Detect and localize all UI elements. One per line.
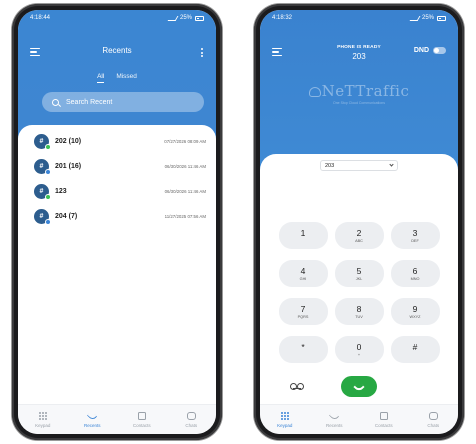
chats-icon (428, 412, 438, 420)
recents-icon (87, 410, 98, 422)
contacts-icon (379, 412, 388, 420)
tab-all[interactable]: All (97, 73, 105, 83)
avatar: # (34, 159, 51, 175)
phone-recents: 4:18:44 25% Recents All Missed Search Re… (12, 4, 222, 440)
status-bar: 4:18:32 25% (260, 10, 458, 26)
status-bar: 4:18:44 25% (18, 10, 216, 26)
phone-icon (353, 380, 365, 393)
phone-keypad: 4:18:32 25% PHONE IS READY 203 DND NeTTr… (254, 4, 464, 440)
battery-percent: 25% (179, 15, 192, 21)
list-item[interactable]: # 201 (16) 06/30/2026 11:46 AM (18, 154, 216, 179)
more-options-icon[interactable] (201, 48, 204, 59)
contacts-icon (137, 412, 146, 420)
brand-logo: NeTTraffic One Stop Cloud Communications (260, 82, 458, 105)
battery-icon (437, 15, 446, 21)
bottom-nav: Keypad Recents Contacts Chats (18, 404, 216, 434)
key-hash[interactable]: # (390, 336, 440, 363)
recents-list: # 202 (10) 07/27/2026 08:09 AM # 201 (16… (18, 125, 216, 404)
recent-time: 11/27/2025 07:56 AM (164, 214, 206, 219)
tab-missed[interactable]: Missed (116, 73, 137, 83)
key-5[interactable]: 5 JKL (334, 260, 384, 287)
list-item[interactable]: # 123 06/30/2026 11:46 AM (18, 179, 216, 204)
signal-icon (167, 15, 179, 21)
nav-chats[interactable]: Chats (413, 412, 453, 428)
filter-tabs: All Missed (18, 73, 216, 83)
dnd-toggle[interactable] (433, 47, 446, 54)
recent-time: 07/27/2026 08:09 AM (164, 139, 206, 144)
search-input[interactable]: Search Recent (42, 92, 204, 112)
recent-name: 201 (16) (55, 163, 82, 170)
dnd-control: DND (414, 47, 446, 54)
keypad-icon (280, 411, 289, 421)
battery-percent: 25% (421, 15, 434, 21)
dnd-label: DND (413, 47, 429, 54)
recent-time: 06/30/2026 11:46 AM (164, 164, 206, 169)
status-time: 4:18:32 (272, 15, 293, 21)
signal-icon (409, 15, 421, 21)
voicemail-icon[interactable] (290, 383, 304, 390)
status-badge (45, 144, 51, 150)
key-3[interactable]: 3 DEF (390, 222, 440, 249)
key-9[interactable]: 9 WXYZ (390, 298, 440, 325)
nav-contacts[interactable]: Contacts (364, 412, 404, 428)
recent-name: 204 (7) (55, 213, 78, 220)
recent-name: 123 (55, 188, 67, 195)
avatar: # (34, 184, 51, 200)
key-8[interactable]: 8 TUV (334, 298, 384, 325)
bottom-nav: Keypad Recents Contacts Chats (260, 404, 458, 434)
call-actions (260, 376, 458, 398)
status-time: 4:18:44 (30, 15, 51, 21)
key-star[interactable]: * (278, 336, 328, 363)
status-badge (45, 219, 51, 225)
recents-screen: 4:18:44 25% Recents All Missed Search Re… (18, 10, 216, 434)
nav-chats[interactable]: Chats (171, 412, 211, 428)
extension-select[interactable]: 203 (320, 160, 398, 171)
battery-icon (195, 15, 204, 21)
list-item[interactable]: # 202 (10) 07/27/2026 08:09 AM (18, 129, 216, 154)
list-item[interactable]: # 204 (7) 11/27/2025 07:56 AM (18, 204, 216, 229)
status-badge (45, 194, 51, 200)
chats-icon (186, 412, 196, 420)
keypad-icon (38, 411, 47, 421)
keypad-screen: 4:18:32 25% PHONE IS READY 203 DND NeTTr… (260, 10, 458, 434)
status-badge (45, 169, 51, 175)
avatar: # (34, 209, 51, 225)
cloud-icon (308, 87, 321, 97)
logo-tagline: One Stop Cloud Communications (333, 101, 385, 105)
mockup-stage: 4:18:44 25% Recents All Missed Search Re… (0, 0, 476, 444)
recents-icon (329, 410, 340, 422)
recent-name: 202 (10) (55, 138, 82, 145)
nav-recents[interactable]: Recents (72, 410, 112, 428)
dialpad: 1 2 ABC 3 DEF 4 GHI 5 JKL 6 MNO 7 PQRS 8 TUV 9W… (270, 222, 448, 363)
avatar: # (34, 134, 51, 150)
nav-contacts[interactable]: Contacts (122, 412, 162, 428)
key-2[interactable]: 2 ABC (334, 222, 384, 249)
call-button[interactable] (341, 376, 377, 397)
page-title: Recents (102, 46, 132, 55)
search-placeholder: Search Recent (66, 98, 113, 106)
key-0[interactable]: 0 + (334, 336, 384, 363)
key-7[interactable]: 7 PQRS (278, 298, 328, 325)
search-icon (52, 98, 59, 106)
nav-keypad[interactable]: Keypad (23, 411, 63, 428)
recent-time: 06/30/2026 11:46 AM (164, 189, 206, 194)
chevron-down-icon (389, 162, 394, 167)
nav-keypad[interactable]: Keypad (265, 411, 305, 428)
key-6[interactable]: 6 MNO (390, 260, 440, 287)
key-4[interactable]: 4 GHI (278, 260, 328, 287)
nav-recents[interactable]: Recents (314, 410, 354, 428)
key-1[interactable]: 1 (278, 222, 328, 249)
